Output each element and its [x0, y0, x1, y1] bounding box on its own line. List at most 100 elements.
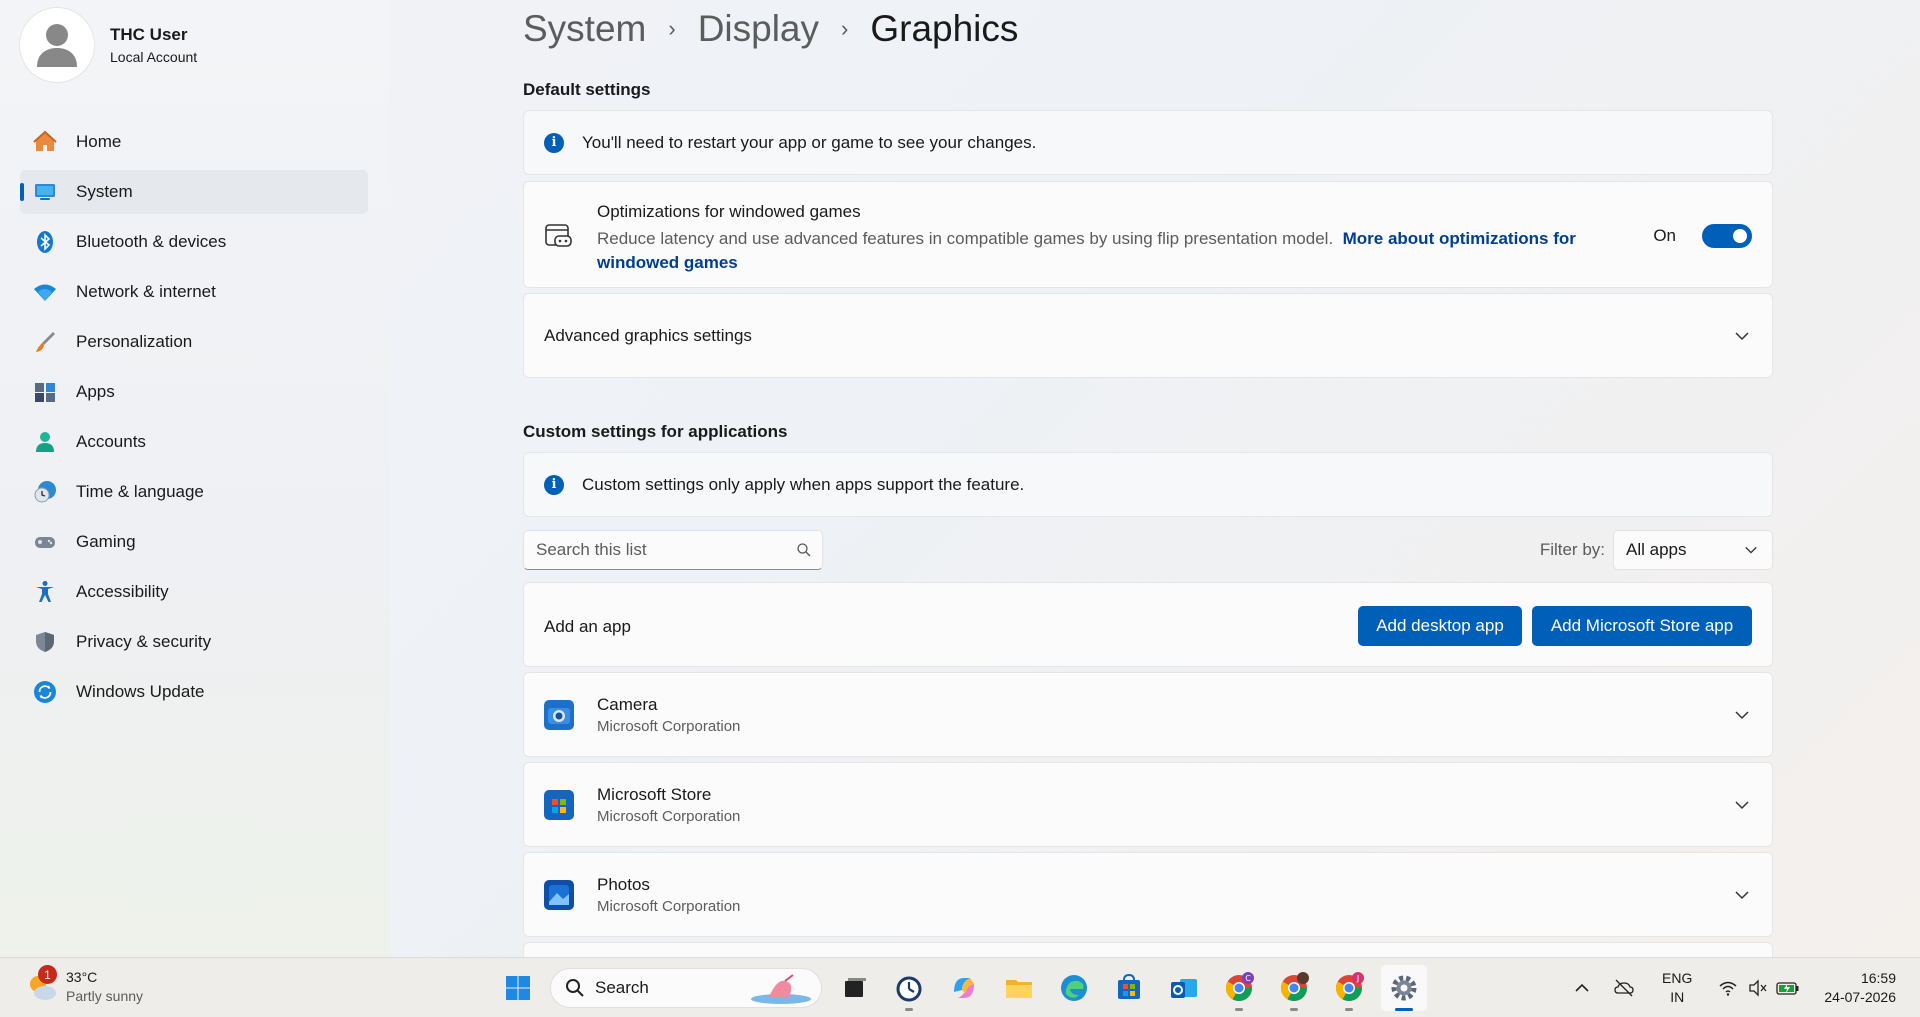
region-code: IN	[1670, 989, 1685, 1005]
wifi-icon[interactable]	[1716, 976, 1740, 1000]
optimization-description: Reduce latency and use advanced features…	[597, 227, 1627, 275]
add-app-card: Add an app Add desktop app Add Microsoft…	[523, 582, 1773, 667]
gamepad-icon	[32, 529, 58, 555]
nav-item-personalization[interactable]: Personalization	[20, 320, 368, 364]
user-silhouette-icon	[37, 24, 77, 67]
nav-label: Time & language	[76, 482, 204, 501]
nav-item-time-language[interactable]: Time & language	[20, 470, 368, 514]
app-row-photos[interactable]: Photos Microsoft Corporation	[523, 852, 1773, 937]
info-icon: i	[544, 474, 564, 495]
chevron-up-icon[interactable]	[1570, 976, 1594, 1000]
toggle-state-label: On	[1653, 226, 1676, 245]
restart-info-bar: i You'll need to restart your app or gam…	[523, 110, 1773, 175]
optimization-toggle[interactable]	[1702, 224, 1752, 248]
filter-label: Filter by:	[1539, 540, 1605, 559]
start-button[interactable]	[495, 965, 541, 1011]
nav-label: System	[76, 182, 133, 201]
running-indicator	[1345, 1008, 1353, 1011]
brush-icon	[32, 329, 58, 355]
breadcrumb: System › Display › Graphics	[523, 8, 1018, 50]
info-text: Custom settings only apply when apps sup…	[582, 474, 1025, 494]
system-tray: ENG IN 16:59 24-07-2026	[1570, 958, 1920, 1017]
nav-item-apps[interactable]: Apps	[20, 370, 368, 414]
onedrive-offline-icon[interactable]	[1612, 976, 1636, 1000]
system-icon	[32, 179, 58, 205]
taskbar-clock[interactable]: 16:59 24-07-2026	[1824, 969, 1896, 1007]
filter-dropdown[interactable]: All apps	[1613, 530, 1773, 570]
custom-settings-title: Custom settings for applications	[523, 422, 788, 441]
profile-account-type: Local Account	[110, 49, 198, 65]
breadcrumb-system[interactable]: System	[523, 8, 646, 50]
chrome-icon: J	[1335, 972, 1364, 1002]
nav-item-system[interactable]: System	[20, 170, 368, 214]
custom-settings-info-bar: i Custom settings only apply when apps s…	[523, 452, 1773, 517]
optimization-toggle-group: On	[1653, 224, 1752, 248]
nav-item-home[interactable]: Home	[20, 120, 368, 164]
photos-icon	[544, 879, 574, 910]
breadcrumb-separator: ›	[841, 16, 849, 41]
user-profile[interactable]: THC User Local Account	[20, 8, 197, 82]
taskbar-app-settings[interactable]	[1381, 965, 1427, 1011]
taskbar-app-store[interactable]	[1106, 965, 1152, 1011]
weather-desc: Partly sunny	[66, 988, 144, 1004]
running-indicator	[1395, 1008, 1413, 1011]
nav-item-privacy[interactable]: Privacy & security	[20, 620, 368, 664]
nav-item-windows-update[interactable]: Windows Update	[20, 670, 368, 714]
app-row-microsoft-store[interactable]: Microsoft Store Microsoft Corporation	[523, 762, 1773, 847]
taskbar-app-copilot[interactable]	[941, 965, 987, 1011]
accounts-icon	[32, 429, 58, 455]
nav-item-gaming[interactable]: Gaming	[20, 520, 368, 564]
chrome-icon: C	[1225, 972, 1254, 1002]
taskbar-app-chrome-profile-2[interactable]	[1271, 965, 1317, 1011]
edge-icon	[1061, 975, 1087, 1001]
taskbar-app-file-explorer[interactable]	[996, 965, 1042, 1011]
taskbar-app-chrome-profile-1[interactable]: C	[1216, 965, 1262, 1011]
store-icon	[1118, 973, 1140, 999]
optimization-description-text: Reduce latency and use advanced features…	[597, 229, 1334, 248]
running-indicator	[1290, 1008, 1298, 1011]
app-name: Photos	[597, 874, 650, 894]
search-icon[interactable]	[796, 542, 812, 558]
windows-logo-icon	[506, 976, 530, 1000]
task-view-button[interactable]	[831, 965, 877, 1011]
taskbar-app-outlook[interactable]	[1161, 965, 1207, 1011]
language-code: ENG	[1662, 970, 1693, 986]
add-desktop-app-button[interactable]: Add desktop app	[1358, 606, 1522, 646]
clock-time: 16:59	[1860, 970, 1896, 986]
clock-app-icon	[896, 976, 922, 1002]
nav-item-bluetooth[interactable]: Bluetooth & devices	[20, 220, 368, 264]
store-icon	[544, 789, 574, 820]
partly-sunny-icon: 1	[24, 965, 60, 1005]
game-window-icon	[545, 224, 572, 247]
nav-item-network[interactable]: Network & internet	[20, 270, 368, 314]
nav-item-accessibility[interactable]: Accessibility	[20, 570, 368, 614]
breadcrumb-display[interactable]: Display	[698, 8, 819, 50]
taskbar: 1 33°C Partly sunny Search C J ENG IN 16…	[0, 957, 1920, 1017]
clock-date: 24-07-2026	[1824, 989, 1896, 1005]
chevron-down-icon	[1735, 332, 1749, 341]
weather-widget[interactable]: 1 33°C Partly sunny	[24, 965, 144, 1006]
nav-label: Privacy & security	[76, 632, 212, 651]
advanced-graphics-settings-expander[interactable]: Advanced graphics settings	[523, 293, 1773, 378]
camera-icon	[544, 699, 574, 730]
taskbar-app-chrome-profile-3[interactable]: J	[1326, 965, 1372, 1011]
add-app-label: Add an app	[544, 617, 631, 636]
input-language[interactable]: ENG IN	[1662, 969, 1692, 1007]
add-store-app-button[interactable]: Add Microsoft Store app	[1532, 606, 1752, 646]
profile-name: THC User	[110, 25, 188, 44]
optimization-title: Optimizations for windowed games	[597, 202, 861, 221]
search-list-input[interactable]	[536, 540, 786, 560]
taskbar-app-clock[interactable]	[886, 965, 932, 1011]
advanced-graphics-label: Advanced graphics settings	[544, 325, 752, 345]
nav-item-accounts[interactable]: Accounts	[20, 420, 368, 464]
volume-muted-icon[interactable]	[1746, 976, 1770, 1000]
taskbar-app-edge[interactable]	[1051, 965, 1097, 1011]
nav-label: Network & internet	[76, 282, 216, 301]
taskbar-search[interactable]: Search	[550, 968, 822, 1008]
update-icon	[32, 679, 58, 705]
battery-charging-icon[interactable]	[1776, 976, 1800, 1000]
app-row-camera[interactable]: Camera Microsoft Corporation	[523, 672, 1773, 757]
app-name: Camera	[597, 694, 658, 714]
home-icon	[32, 129, 58, 155]
avatar	[20, 8, 94, 82]
